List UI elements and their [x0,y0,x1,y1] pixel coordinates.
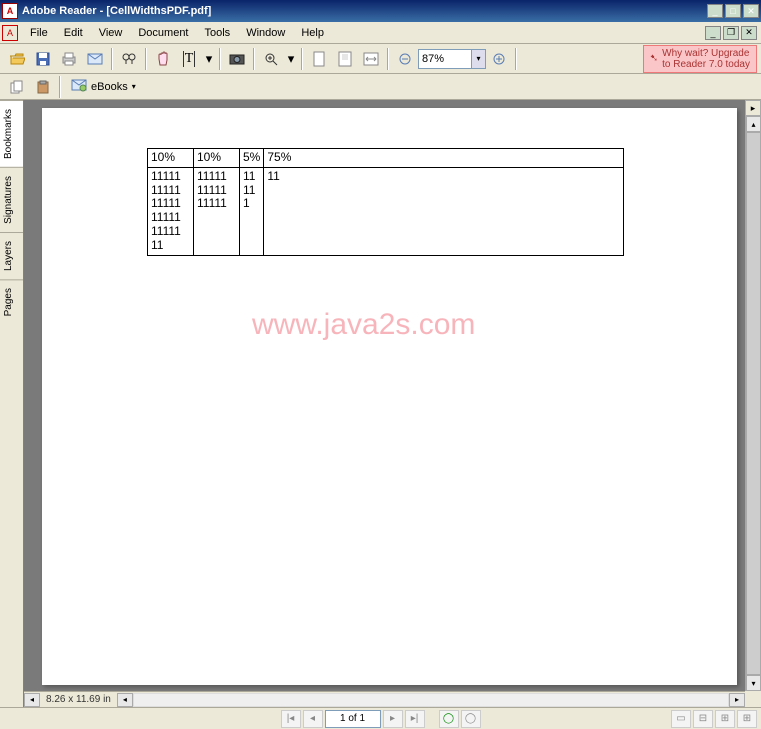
app-icon: A [2,3,18,19]
actual-size-button[interactable] [307,47,331,71]
copy-button[interactable] [5,75,29,99]
title-bar: A Adobe Reader - [CellWidthsPDF.pdf] _ □… [0,0,761,22]
menu-edit[interactable]: Edit [56,25,91,41]
zoom-dropdown-button[interactable]: ▾ [285,47,297,71]
scroll-up-button[interactable]: ▴ [746,116,761,132]
scroll-thumb[interactable] [746,132,761,675]
pdf-page: 10% 10% 5% 75% 11111 11111 11111 11111 1… [42,108,737,685]
doc-restore-button[interactable]: ❐ [723,26,739,40]
fit-width-button[interactable] [359,47,383,71]
menu-help[interactable]: Help [293,25,332,41]
status-bar: |◂ ◂ ▸ ▸| ◯ ◯ ▭ ⊟ ⊞ ⊞ [0,707,761,729]
prev-page-button[interactable]: ◂ [303,710,323,728]
vertical-scrollbar[interactable]: ▴ ▾ [745,116,761,691]
sidebar: Bookmarks Signatures Layers Pages [0,100,24,707]
ebooks-button[interactable]: eBooks ▾ [64,75,143,98]
tab-signatures[interactable]: Signatures [0,167,23,232]
search-button[interactable] [117,47,141,71]
last-page-button[interactable]: ▸| [405,710,425,728]
select-dropdown-button[interactable]: ▾ [203,47,215,71]
doc-close-button[interactable]: ✕ [741,26,757,40]
maximize-button[interactable]: □ [725,4,741,18]
hscroll-left2-button[interactable]: ◂ [117,693,133,707]
scroll-track[interactable] [746,132,761,675]
facing-view-button[interactable]: ⊞ [715,710,735,728]
table-cell: 5% [240,149,264,168]
minimize-button[interactable]: _ [707,4,723,18]
ebooks-icon [71,78,87,95]
page-number-input[interactable] [325,710,381,728]
menu-file[interactable]: File [22,25,56,41]
continuous-view-button[interactable]: ⊟ [693,710,713,728]
table-cell: 10% [148,149,194,168]
ebooks-label: eBooks [91,81,128,93]
doc-minimize-button[interactable]: _ [705,26,721,40]
next-page-button[interactable]: ▸ [383,710,403,728]
horizontal-scrollbar: ◂ 8.26 x 11.69 in ◂ ▸ [24,691,745,707]
chevron-down-icon: ▾ [132,82,136,91]
text-select-button[interactable]: T [177,47,201,71]
save-button[interactable] [31,47,55,71]
close-button[interactable]: ✕ [743,4,759,18]
menu-tools[interactable]: Tools [197,25,239,41]
main-area: Bookmarks Signatures Layers Pages ▸ 10% … [0,100,761,707]
hand-tool-button[interactable] [151,47,175,71]
tab-pages[interactable]: Pages [0,279,23,324]
window-title: Adobe Reader - [CellWidthsPDF.pdf] [22,5,707,17]
email-button[interactable] [83,47,107,71]
zoom-input[interactable] [418,49,472,69]
forward-button[interactable]: ◯ [461,710,481,728]
main-toolbar: T ▾ ▾ ▾ ➷ Why wait? Upgrade to Reader 7.… [0,44,761,74]
hscroll-left-button[interactable]: ◂ [24,693,40,707]
upgrade-banner[interactable]: ➷ Why wait? Upgrade to Reader 7.0 today [643,45,757,73]
upgrade-icon: ➷ [650,53,658,64]
single-page-view-button[interactable]: ▭ [671,710,691,728]
zoom-out-button[interactable] [393,47,417,71]
table-cell: 11 [264,167,624,255]
scroll-corner [745,691,761,707]
table-cell: 11 11 1 [240,167,264,255]
back-button[interactable]: ◯ [439,710,459,728]
tab-layers[interactable]: Layers [0,232,23,279]
watermark: www.java2s.com [252,308,475,342]
document-area: ▸ 10% 10% 5% 75% 11111 11111 11111 11111… [24,100,761,707]
upgrade-line2: to Reader 7.0 today [662,59,750,70]
first-page-button[interactable]: |◂ [281,710,301,728]
page-size-label: 8.26 x 11.69 in [40,694,117,705]
menu-window[interactable]: Window [238,25,293,41]
secondary-toolbar: eBooks ▾ [0,74,761,100]
table-cell: 11111 11111 11111 11111 11111 11 [148,167,194,255]
print-button[interactable] [57,47,81,71]
pdf-table: 10% 10% 5% 75% 11111 11111 11111 11111 1… [147,148,624,256]
open-button[interactable] [5,47,29,71]
zoom-in2-button[interactable] [487,47,511,71]
tab-bookmarks[interactable]: Bookmarks [0,100,23,167]
hscroll-track[interactable] [133,693,729,707]
menu-bar: A File Edit View Document Tools Window H… [0,22,761,44]
scroll-down-button[interactable]: ▾ [746,675,761,691]
zoom-in-button[interactable] [259,47,283,71]
paste-button[interactable] [31,75,55,99]
table-cell: 11111 11111 11111 [194,167,240,255]
menu-document[interactable]: Document [130,25,196,41]
scroll-collapse-button[interactable]: ▸ [745,100,761,116]
document-icon: A [2,25,18,41]
continuous-facing-view-button[interactable]: ⊞ [737,710,757,728]
hscroll-right-button[interactable]: ▸ [729,693,745,707]
zoom-dropdown[interactable]: ▾ [472,49,486,69]
table-cell: 10% [194,149,240,168]
snapshot-button[interactable] [225,47,249,71]
upgrade-line1: Why wait? Upgrade [662,48,750,59]
table-cell: 75% [264,149,624,168]
fit-page-button[interactable] [333,47,357,71]
menu-view[interactable]: View [91,25,131,41]
